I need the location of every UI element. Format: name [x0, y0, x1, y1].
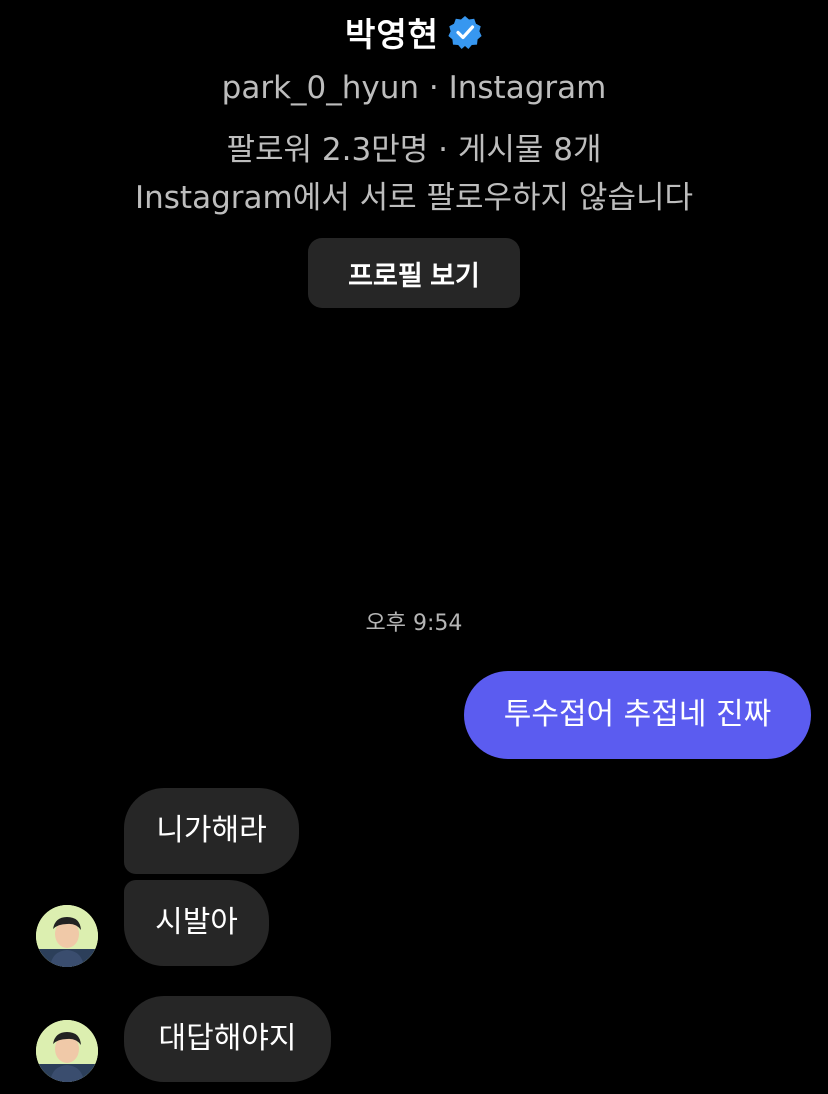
profile-name-row: 박영현	[0, 4, 828, 60]
verified-badge-icon	[447, 14, 483, 50]
sent-message-bubble[interactable]: 투수접어 추접네 진짜	[464, 671, 811, 759]
profile-handle-line: park_0_hyun · Instagram	[221, 70, 607, 106]
avatar-photo-icon	[36, 905, 98, 967]
received-message-bubble[interactable]: 대답해야지	[124, 996, 331, 1082]
received-message-bubble[interactable]: 시발아	[124, 880, 269, 966]
sender-avatar[interactable]	[36, 905, 98, 967]
profile-stats-line: 팔로워 2.3만명 · 게시물 8개	[226, 132, 602, 168]
message-timestamp: 오후 9:54	[365, 611, 463, 636]
profile-follow-status: Instagram에서 서로 팔로우하지 않습니다	[134, 180, 694, 216]
view-profile-button[interactable]: 프로필 보기	[308, 238, 520, 308]
sender-avatar[interactable]	[36, 1020, 98, 1082]
profile-display-name: 박영현	[344, 15, 440, 54]
avatar-photo-icon	[36, 1020, 98, 1082]
received-message-bubble[interactable]: 니가해라	[124, 788, 299, 874]
